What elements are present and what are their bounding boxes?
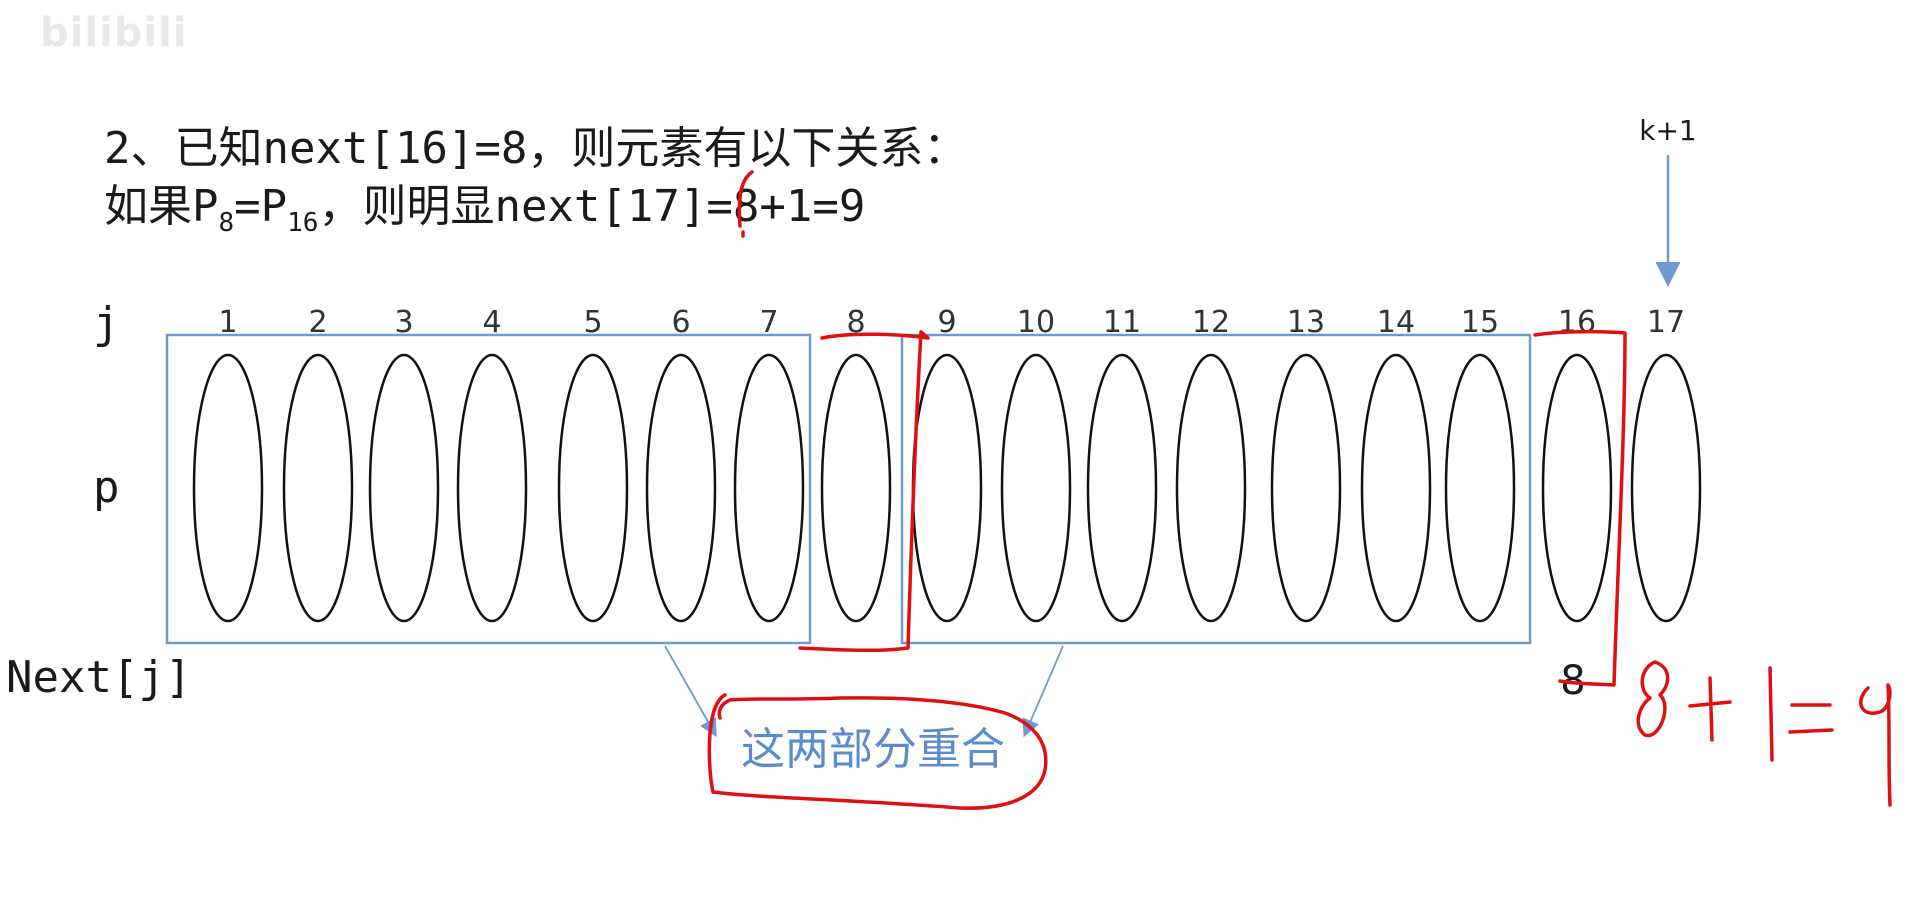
pattern-cell-8 [820,353,892,623]
handwritten-plus [1688,676,1732,742]
handwritten-8 [1636,660,1670,738]
pattern-cell-4 [456,353,528,623]
overlap-arrow-left [664,645,717,738]
handwritten-9 [1859,683,1892,807]
pattern-cell-13 [1270,353,1342,623]
pattern-cell-7 [733,353,805,623]
pattern-cells [192,353,1702,623]
kmp-next-diagram: 1 2 3 4 5 6 7 8 9 10 11 12 13 14 15 16 17 k+1 这两部分重合 8 [165,114,1892,810]
pattern-cell-15 [1444,353,1516,623]
overlap-arrow-right [1022,645,1064,738]
index-label-16: 16 [1558,305,1596,340]
pattern-cell-17 [1630,353,1702,623]
pattern-cell-3 [368,353,440,623]
suffix-box [900,333,1532,645]
pattern-cell-1 [192,353,264,623]
index-label-17: 17 [1647,305,1685,340]
pattern-cell-10 [1000,353,1072,623]
mark-near-equals [737,170,754,238]
pattern-cell-6 [645,353,717,623]
bracket-cell-8 [798,330,930,653]
handwritten-equals [1788,703,1834,734]
handwritten-1 [1768,666,1774,762]
pattern-cell-2 [282,353,354,623]
pattern-cell-5 [557,353,629,623]
pattern-cell-16 [1541,353,1613,623]
handwritten-annotations [707,170,1892,810]
arrow-label-k-plus-1: k+1 [1639,114,1697,147]
prefix-box [165,333,812,645]
pattern-cell-12 [1175,353,1247,623]
pattern-cell-11 [1086,353,1158,623]
overlap-note: 这两部分重合 [741,724,1005,775]
pattern-cell-14 [1360,353,1432,623]
pattern-cell-9 [911,353,983,623]
